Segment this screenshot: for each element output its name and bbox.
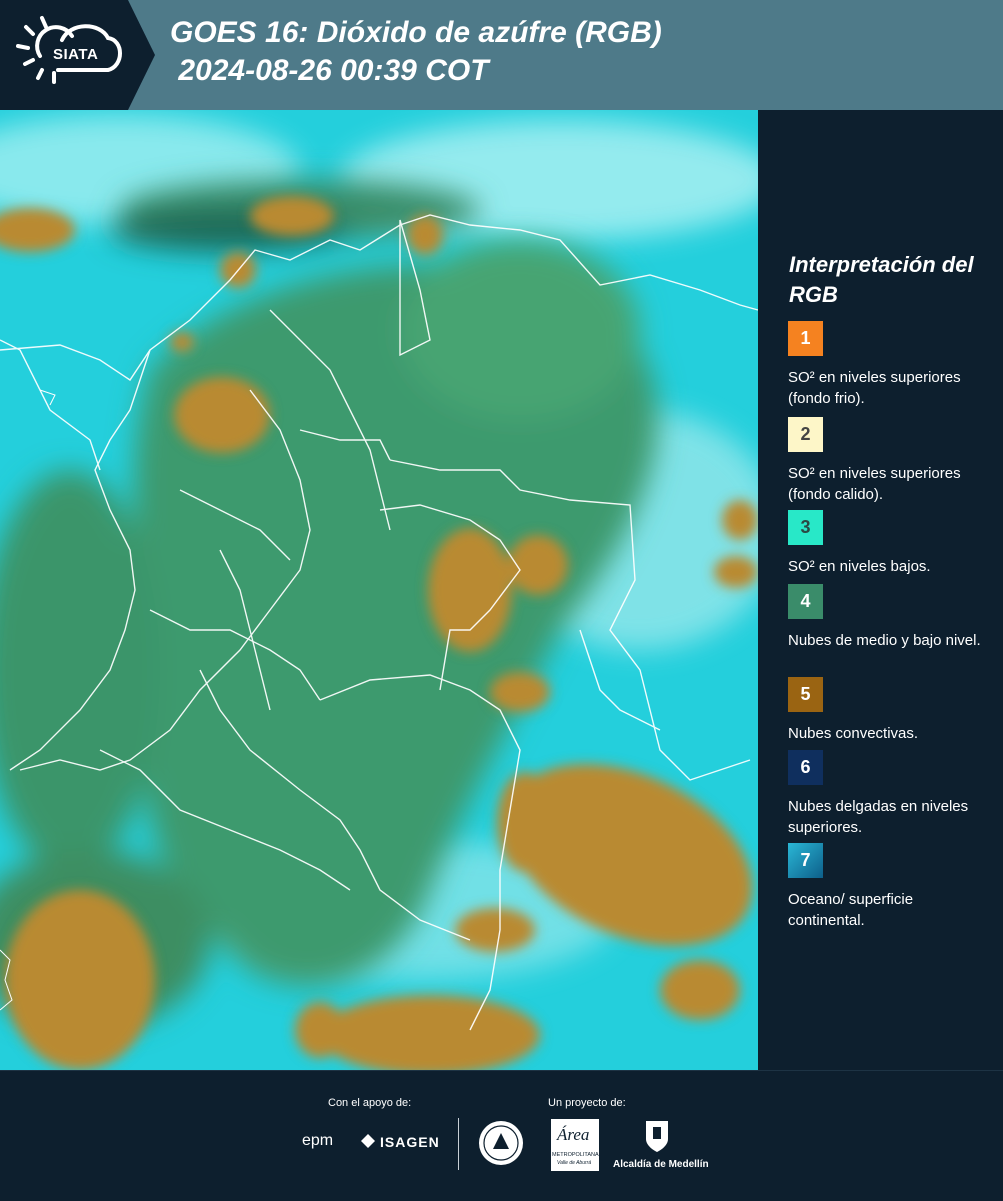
- satellite-map[interactable]: [0, 110, 758, 1070]
- project-label: Un proyecto de:: [548, 1097, 626, 1109]
- legend-title: Interpretación del RGB: [789, 252, 974, 307]
- map-image: [0, 110, 758, 1070]
- footer-bar: Con el apoyo de: epm ISAGEN Un proyecto …: [0, 1070, 1003, 1201]
- legend-text-3: SO² en niveles bajos.: [788, 558, 931, 575]
- siata-logo[interactable]: SIATA: [0, 0, 155, 110]
- legend-item-5: 5 Nubes convectivas.: [788, 677, 988, 744]
- area-metropolitana-logo[interactable]: Área METROPOLITANA Valle de Aburrá: [551, 1119, 599, 1171]
- legend-item-6: 6 Nubes delgadas en niveles superiores.: [788, 750, 988, 838]
- legend-text-1: SO² en niveles superiores (fondo frio).: [788, 369, 961, 407]
- legend-item-1: 1 SO² en niveles superiores (fondo frio)…: [788, 321, 988, 409]
- medellin-seal-icon[interactable]: [477, 1119, 525, 1167]
- support-label: Con el apoyo de:: [328, 1097, 412, 1109]
- area-logo-text: Área: [557, 1125, 590, 1144]
- header-bar: SIATA GOES 16: Dióxido de azúfre (RGB) 2…: [0, 0, 1003, 110]
- legend-panel: Interpretación del RGB 1 SO² en niveles …: [760, 110, 1003, 1070]
- legend-text-2: SO² en niveles superiores (fondo calido)…: [788, 465, 961, 503]
- legend-item-4: 4 Nubes de medio y bajo nivel.: [788, 584, 988, 651]
- legend-item-7: 7 Oceano/ superficie continental.: [788, 843, 988, 931]
- legend-text-5: Nubes convectivas.: [788, 725, 919, 742]
- legend-text-7: Oceano/ superficie continental.: [788, 891, 914, 929]
- area-logo-subtext2: Valle de Aburrá: [557, 1160, 592, 1166]
- legend-swatch-2: 2: [788, 417, 823, 452]
- logo-text: SIATA: [53, 46, 99, 63]
- alcaldia-shield-icon: [644, 1119, 670, 1153]
- legend-swatch-3: 3: [788, 510, 823, 545]
- isagen-icon: [361, 1134, 375, 1148]
- footer-divider: [458, 1118, 459, 1170]
- legend-text-6: Nubes delgadas en niveles superiores.: [788, 798, 969, 836]
- area-logo-subtext: METROPOLITANA: [552, 1152, 599, 1158]
- epm-logo[interactable]: epm: [302, 1132, 333, 1150]
- legend-swatch-5: 5: [788, 677, 823, 712]
- legend-item-3: 3 SO² en niveles bajos.: [788, 510, 988, 577]
- page-title: GOES 16: Dióxido de azúfre (RGB) 2024-08…: [170, 14, 662, 90]
- legend-item-2: 2 SO² en niveles superiores (fondo calid…: [788, 417, 988, 505]
- legend-swatch-6: 6: [788, 750, 823, 785]
- legend-text-4: Nubes de medio y bajo nivel.: [788, 632, 981, 649]
- isagen-logo[interactable]: ISAGEN: [380, 1134, 440, 1150]
- title-line2: 2024-08-26 00:39 COT: [170, 54, 489, 87]
- title-line1: GOES 16: Dióxido de azúfre (RGB): [170, 16, 662, 49]
- legend-swatch-4: 4: [788, 584, 823, 619]
- legend-swatch-7: 7: [788, 843, 823, 878]
- alcaldia-logo[interactable]: Alcaldía de Medellín: [613, 1159, 709, 1170]
- legend-swatch-1: 1: [788, 321, 823, 356]
